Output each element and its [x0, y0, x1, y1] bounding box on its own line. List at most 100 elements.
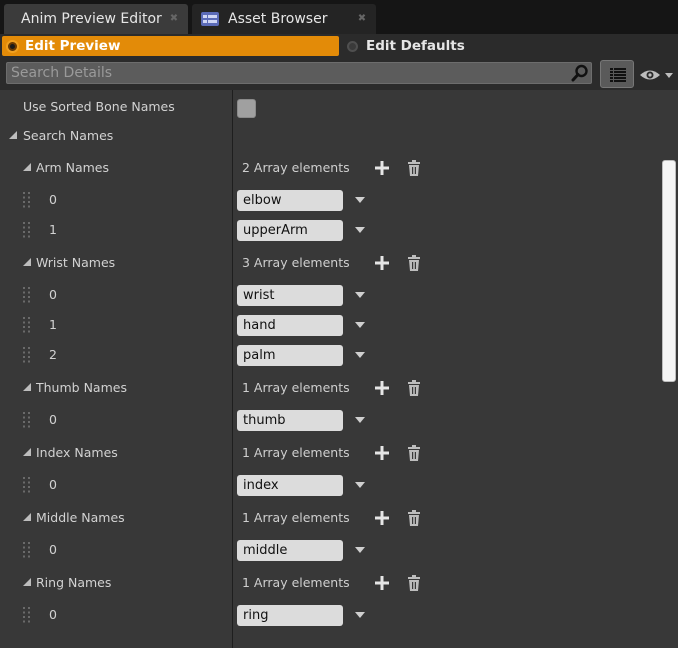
- chevron-down-icon: [665, 73, 673, 78]
- array-row-ring-names[interactable]: Ring Names 1 Array elements: [0, 568, 662, 598]
- view-options-button[interactable]: [638, 65, 676, 85]
- element-index: 1: [49, 317, 57, 332]
- search-input[interactable]: [11, 63, 566, 83]
- array-label: Index Names: [36, 445, 118, 460]
- tab-anim-preview-editor[interactable]: Anim Preview Editor ✖: [4, 4, 188, 34]
- add-element-icon[interactable]: [375, 446, 389, 460]
- element-index: 0: [49, 192, 57, 207]
- scrollbar[interactable]: [662, 160, 676, 382]
- chevron-down-icon[interactable]: [355, 352, 365, 358]
- drag-handle-icon[interactable]: [23, 192, 31, 208]
- element-index: 0: [49, 477, 57, 492]
- property-row-sorted: Use Sorted Bone Names: [0, 92, 662, 122]
- array-count: 2 Array elements: [242, 160, 350, 175]
- mode-bar: Edit Preview Edit Defaults: [0, 34, 678, 58]
- expand-triangle-icon[interactable]: [23, 163, 31, 171]
- expand-triangle-icon[interactable]: [23, 578, 31, 586]
- array-row-wrist-names[interactable]: Wrist Names 3 Array elements: [0, 248, 662, 278]
- search-icon[interactable]: [571, 64, 589, 82]
- drag-handle-icon[interactable]: [23, 347, 31, 363]
- edit-defaults-radio[interactable]: Edit Defaults: [347, 36, 465, 56]
- name-field[interactable]: thumb: [237, 410, 343, 431]
- array-label: Thumb Names: [36, 380, 127, 395]
- details-panel: Use Sorted Bone Names Search Names Arm N…: [0, 90, 678, 648]
- array-element-row: 0 thumb: [0, 405, 662, 435]
- array-label: Ring Names: [36, 575, 112, 590]
- drag-handle-icon[interactable]: [23, 222, 31, 238]
- array-count: 3 Array elements: [242, 255, 350, 270]
- drag-handle-icon[interactable]: [23, 412, 31, 428]
- chevron-down-icon[interactable]: [355, 417, 365, 423]
- name-field[interactable]: wrist: [237, 285, 343, 306]
- expand-triangle-icon[interactable]: [23, 513, 31, 521]
- array-count: 1 Array elements: [242, 510, 350, 525]
- array-element-row: 2 palm: [0, 340, 662, 370]
- array-count: 1 Array elements: [242, 380, 350, 395]
- name-field[interactable]: upperArm: [237, 220, 343, 241]
- drag-handle-icon[interactable]: [23, 287, 31, 303]
- element-index: 0: [49, 287, 57, 302]
- name-field[interactable]: elbow: [237, 190, 343, 211]
- expand-triangle-icon[interactable]: [23, 383, 31, 391]
- name-field[interactable]: ring: [237, 605, 343, 626]
- add-element-icon[interactable]: [375, 511, 389, 525]
- edit-preview-radio[interactable]: Edit Preview: [2, 36, 339, 56]
- chevron-down-icon[interactable]: [355, 612, 365, 618]
- chevron-down-icon[interactable]: [355, 292, 365, 298]
- trash-icon[interactable]: [407, 380, 421, 396]
- add-element-icon[interactable]: [375, 381, 389, 395]
- array-row-middle-names[interactable]: Middle Names 1 Array elements: [0, 503, 662, 533]
- array-count: 1 Array elements: [242, 575, 350, 590]
- expand-triangle-icon[interactable]: [9, 131, 17, 139]
- expand-triangle-icon[interactable]: [23, 258, 31, 266]
- grid-icon: [610, 68, 626, 82]
- drag-handle-icon[interactable]: [23, 607, 31, 623]
- drag-handle-icon[interactable]: [23, 477, 31, 493]
- array-element-row: 0 wrist: [0, 280, 662, 310]
- edit-preview-label: Edit Preview: [25, 38, 121, 54]
- trash-icon[interactable]: [407, 255, 421, 271]
- tab-label: Anim Preview Editor: [21, 11, 162, 27]
- edit-defaults-label: Edit Defaults: [366, 38, 465, 54]
- search-row: [0, 58, 678, 90]
- add-element-icon[interactable]: [375, 161, 389, 175]
- name-field[interactable]: palm: [237, 345, 343, 366]
- search-box: [6, 62, 592, 84]
- add-element-icon[interactable]: [375, 576, 389, 590]
- property-matrix-button[interactable]: [600, 60, 634, 88]
- name-field[interactable]: index: [237, 475, 343, 496]
- name-field[interactable]: hand: [237, 315, 343, 336]
- tab-bar: Anim Preview Editor ✖ Asset Browser ✖: [0, 0, 678, 34]
- use-sorted-bone-names-checkbox[interactable]: [237, 99, 256, 118]
- chevron-down-icon[interactable]: [355, 547, 365, 553]
- category-search-names[interactable]: Search Names: [0, 121, 662, 151]
- array-label: Arm Names: [36, 160, 110, 175]
- expand-triangle-icon[interactable]: [23, 448, 31, 456]
- element-index: 2: [49, 347, 57, 362]
- close-icon[interactable]: ✖: [356, 13, 368, 25]
- trash-icon[interactable]: [407, 575, 421, 591]
- property-label: Use Sorted Bone Names: [23, 99, 175, 114]
- tab-asset-browser[interactable]: Asset Browser ✖: [192, 4, 376, 34]
- array-row-index-names[interactable]: Index Names 1 Array elements: [0, 438, 662, 468]
- array-row-thumb-names[interactable]: Thumb Names 1 Array elements: [0, 373, 662, 403]
- asset-browser-icon: [201, 12, 219, 26]
- name-field[interactable]: middle: [237, 540, 343, 561]
- drag-handle-icon[interactable]: [23, 542, 31, 558]
- trash-icon[interactable]: [407, 510, 421, 526]
- eye-icon: [640, 70, 673, 80]
- trash-icon[interactable]: [407, 160, 421, 176]
- element-index: 0: [49, 542, 57, 557]
- chevron-down-icon[interactable]: [355, 322, 365, 328]
- chevron-down-icon[interactable]: [355, 197, 365, 203]
- array-count: 1 Array elements: [242, 445, 350, 460]
- drag-handle-icon[interactable]: [23, 317, 31, 333]
- chevron-down-icon[interactable]: [355, 227, 365, 233]
- element-index: 0: [49, 607, 57, 622]
- trash-icon[interactable]: [407, 445, 421, 461]
- array-label: Middle Names: [36, 510, 125, 525]
- close-icon[interactable]: ✖: [168, 13, 180, 25]
- array-row-arm-names[interactable]: Arm Names 2 Array elements: [0, 153, 662, 183]
- chevron-down-icon[interactable]: [355, 482, 365, 488]
- add-element-icon[interactable]: [375, 256, 389, 270]
